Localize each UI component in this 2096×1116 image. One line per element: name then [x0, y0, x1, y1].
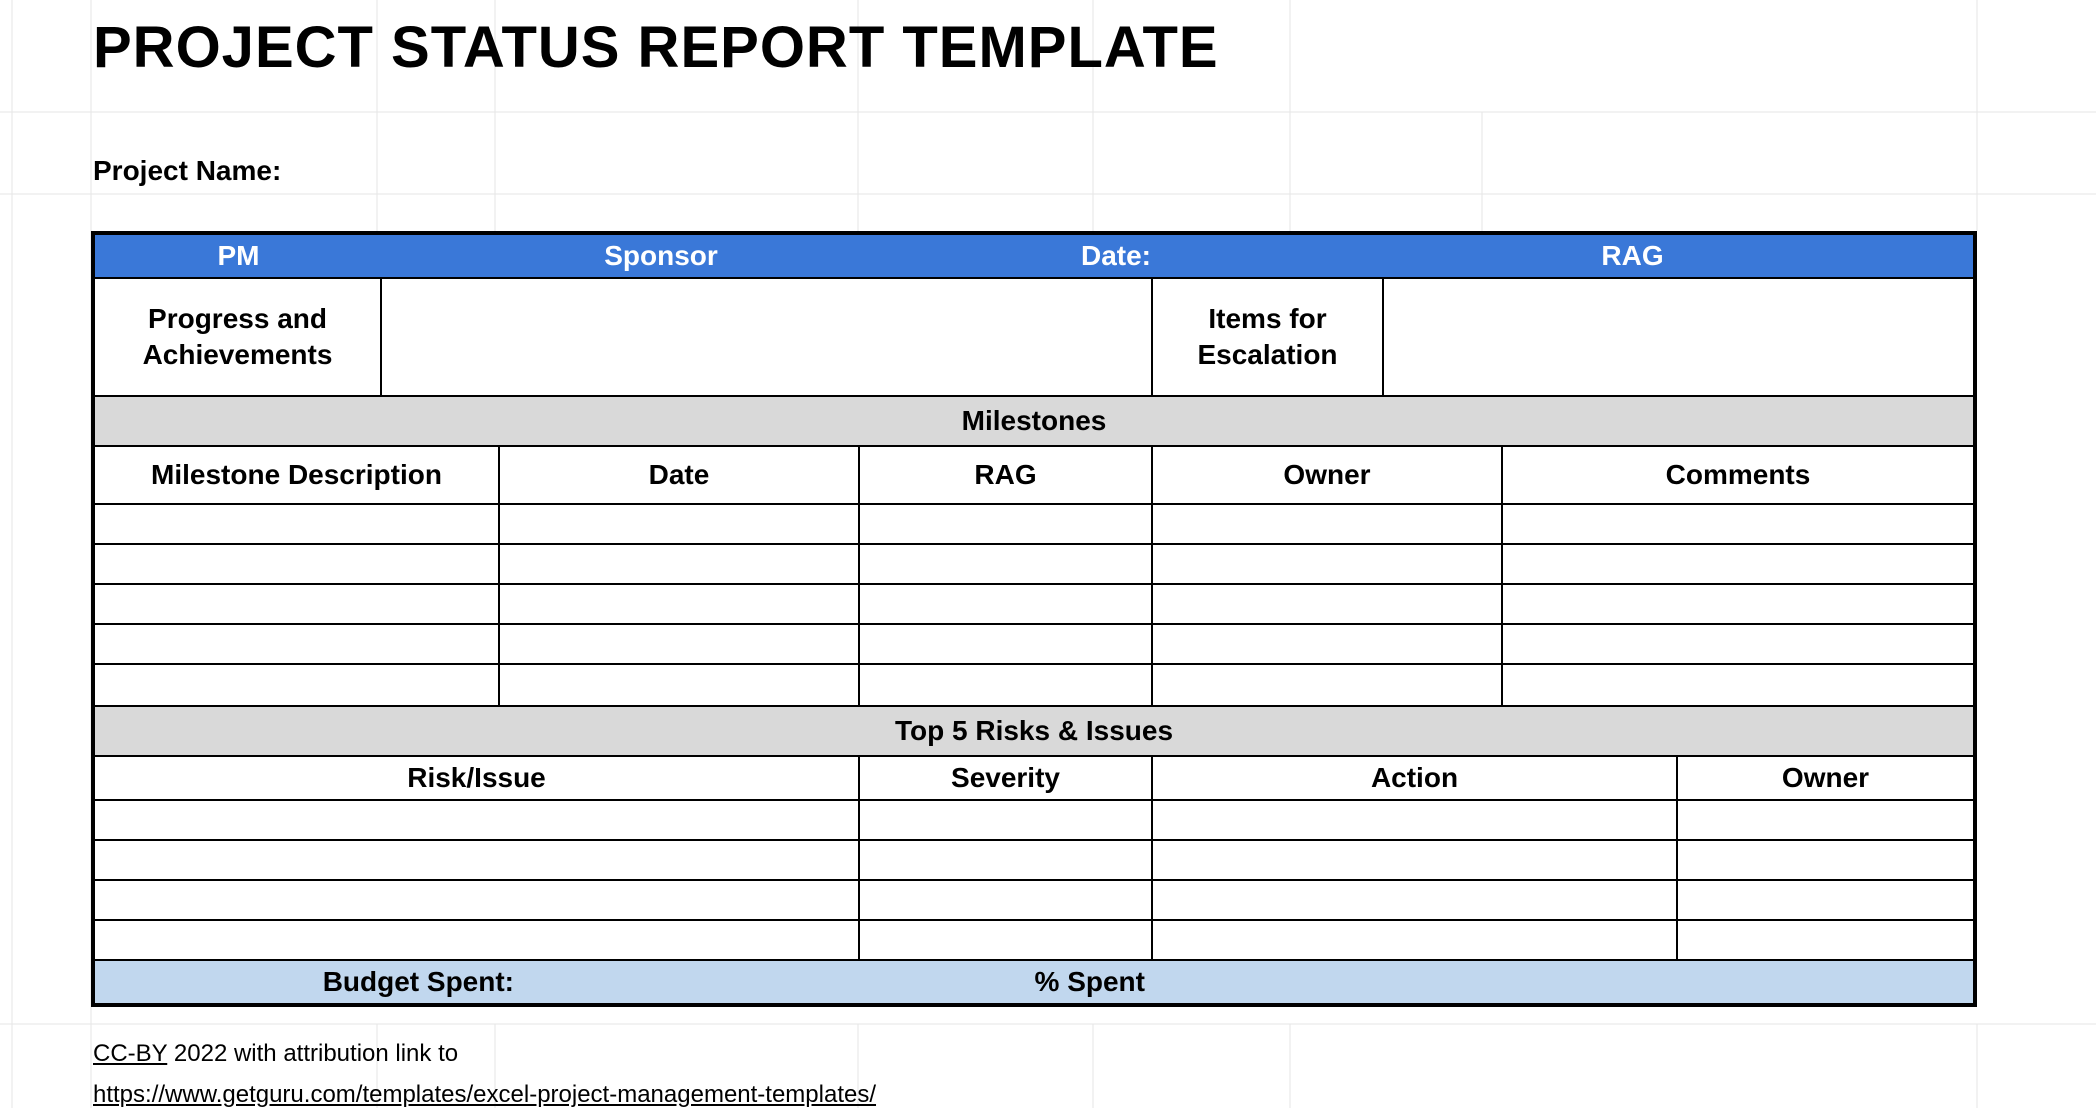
- risks-header-row: Risk/Issue Severity Action Owner: [95, 757, 1973, 801]
- milestones-banner: Milestones: [95, 395, 1973, 447]
- milestones-header-comments: Comments: [1503, 447, 1973, 503]
- milestone-row[interactable]: [95, 545, 1973, 585]
- attribution-text: CC-BY 2022 with attribution link to http…: [93, 1034, 876, 1116]
- progress-achievements-value[interactable]: [382, 279, 1153, 395]
- risks-body: [95, 801, 1973, 961]
- spreadsheet-sheet: PROJECT STATUS REPORT TEMPLATE Project N…: [0, 0, 2096, 1108]
- header-date: Date:: [940, 235, 1292, 277]
- risks-header-action: Action: [1153, 757, 1678, 799]
- header-row: PM Sponsor Date: RAG: [95, 235, 1973, 279]
- risks-header-severity: Severity: [860, 757, 1153, 799]
- milestone-row[interactable]: [95, 505, 1973, 545]
- milestones-body: [95, 505, 1973, 705]
- risk-row[interactable]: [95, 841, 1973, 881]
- report-table: PM Sponsor Date: RAG Progress and Achiev…: [91, 231, 1977, 1007]
- attribution-url[interactable]: https://www.getguru.com/templates/excel-…: [93, 1081, 876, 1108]
- risks-header-owner: Owner: [1678, 757, 1973, 799]
- risks-header-issue: Risk/Issue: [95, 757, 860, 799]
- risk-row[interactable]: [95, 881, 1973, 921]
- budget-percent-value[interactable]: [1153, 961, 1973, 1003]
- milestones-header-row: Milestone Description Date RAG Owner Com…: [95, 447, 1973, 505]
- ccby-link[interactable]: CC-BY: [93, 1040, 167, 1067]
- milestone-row[interactable]: [95, 665, 1973, 705]
- milestones-header-date: Date: [500, 447, 860, 503]
- progress-row: Progress and Achievements Items for Esca…: [95, 279, 1973, 395]
- escalation-value[interactable]: [1384, 279, 1973, 395]
- risk-row[interactable]: [95, 801, 1973, 841]
- milestones-header-description: Milestone Description: [95, 447, 500, 503]
- document-title: PROJECT STATUS REPORT TEMPLATE: [93, 14, 1219, 81]
- milestone-row[interactable]: [95, 625, 1973, 665]
- attribution-rest: 2022 with attribution link to: [167, 1040, 458, 1067]
- budget-spent-label: Budget Spent:: [95, 961, 522, 1003]
- milestone-row[interactable]: [95, 585, 1973, 625]
- budget-spent-value[interactable]: [522, 961, 860, 1003]
- header-rag: RAG: [1292, 235, 1973, 277]
- progress-achievements-label: Progress and Achievements: [95, 279, 382, 395]
- milestones-header-rag: RAG: [860, 447, 1153, 503]
- budget-row: Budget Spent: % Spent: [95, 961, 1973, 1003]
- header-sponsor: Sponsor: [382, 235, 940, 277]
- escalation-label: Items for Escalation: [1153, 279, 1384, 395]
- milestones-header-owner: Owner: [1153, 447, 1503, 503]
- risks-banner: Top 5 Risks & Issues: [95, 705, 1973, 757]
- project-name-label: Project Name:: [93, 155, 281, 187]
- header-pm: PM: [95, 235, 382, 277]
- budget-percent-label: % Spent: [860, 961, 1153, 1003]
- risk-row[interactable]: [95, 921, 1973, 961]
